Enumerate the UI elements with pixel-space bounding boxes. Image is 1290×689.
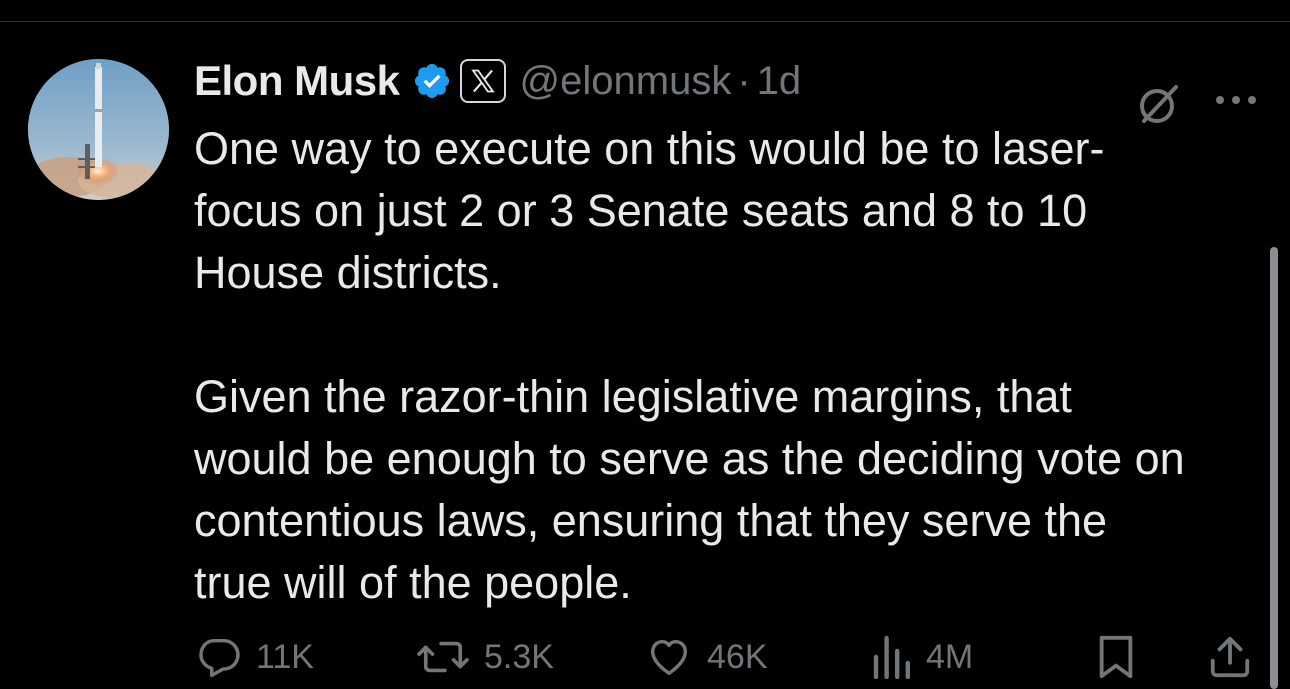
verified-badge-icon[interactable] [412, 61, 452, 101]
affiliate-badge[interactable] [459, 59, 506, 103]
share-icon [1210, 636, 1250, 678]
view-count: 4M [926, 637, 974, 676]
tweet-text-line: would be enough to serve as the deciding… [194, 433, 1185, 484]
heart-icon [650, 639, 688, 676]
tweet-header: Elon Musk @elonmusk · 1d [194, 55, 801, 107]
rocket-launch-image [28, 59, 169, 200]
separator-dot: · [737, 58, 751, 103]
like-count: 46K [707, 637, 768, 676]
user-handle[interactable]: @elonmusk [520, 59, 732, 104]
tweet-text-line: One way to execute on this would be to l… [194, 123, 1105, 174]
share-button[interactable] [1208, 632, 1252, 682]
timestamp[interactable]: 1d [757, 59, 802, 104]
reply-icon [199, 638, 240, 678]
views-button[interactable]: 4M [872, 632, 973, 682]
bookmark-button[interactable] [1097, 632, 1135, 682]
x-logo-icon [470, 69, 495, 93]
tweet-text-line: contentious laws, ensuring that they ser… [194, 495, 1108, 546]
action-bar: 11K 5.3K 46K 4M [0, 632, 1290, 682]
repost-count: 5.3K [484, 637, 554, 676]
tweet-text-line: true will of the people. [194, 557, 632, 608]
more-options-icon[interactable] [1213, 90, 1259, 110]
tweet-text-line: focus on just 2 or 3 Senate seats and 8 … [194, 185, 1088, 236]
repost-button[interactable]: 5.3K [416, 632, 554, 682]
scrollbar[interactable] [1270, 247, 1278, 689]
tweet-text-line: Given the razor-thin legislative margins… [194, 371, 1072, 422]
bookmark-icon [1099, 635, 1133, 679]
display-name[interactable]: Elon Musk [194, 57, 400, 105]
like-button[interactable]: 46K [645, 632, 768, 682]
repost-icon [417, 641, 469, 673]
tweet-text-line: House districts. [194, 247, 502, 298]
views-analytics-icon [873, 635, 910, 679]
reply-button[interactable]: 11K [196, 632, 314, 682]
tweet-text: One way to execute on this would be to l… [194, 118, 1260, 614]
tweet[interactable]: Elon Musk @elonmusk · 1d One way to exec… [0, 22, 1290, 689]
avatar[interactable] [28, 59, 169, 200]
reply-count: 11K [256, 637, 314, 676]
